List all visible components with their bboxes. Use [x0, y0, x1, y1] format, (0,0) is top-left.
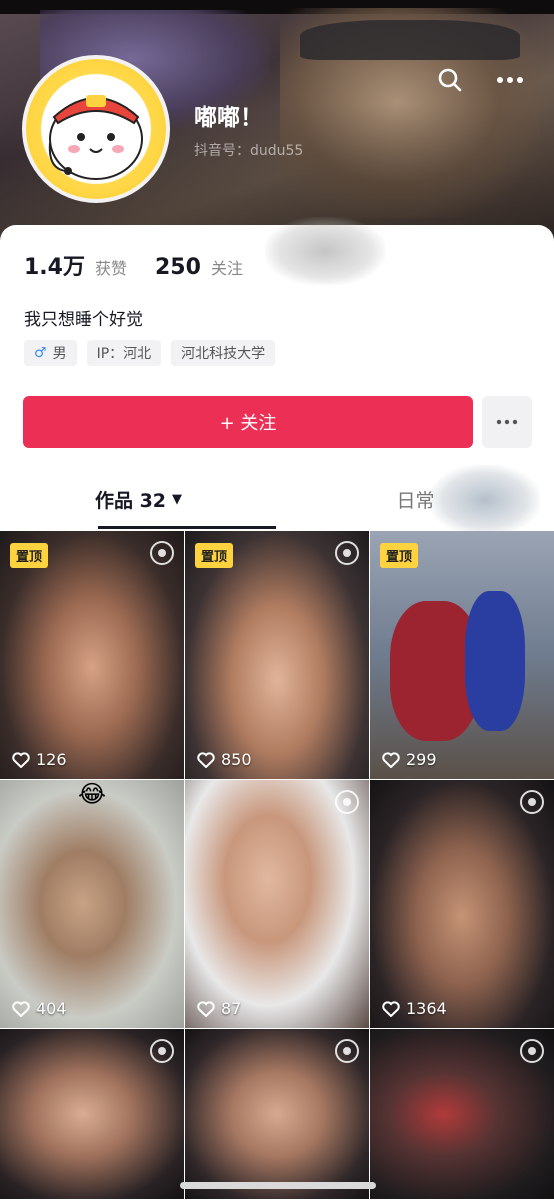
like-count-value: 126: [36, 750, 67, 769]
heart-icon: [12, 751, 30, 768]
follow-button[interactable]: + 关注: [23, 396, 473, 448]
gender-label: 男: [52, 346, 67, 362]
camera-icon: [335, 541, 359, 565]
like-count: 850: [197, 750, 252, 769]
profile-card: 1.4万 获赞 250 关注 我只想睡个好觉 ♂ 男 IP：河北 河北科技大学 …: [0, 217, 554, 1200]
follow-label: + 关注: [219, 413, 277, 434]
video-tile[interactable]: 置顶 850: [185, 531, 369, 779]
like-count-value: 299: [406, 750, 437, 769]
video-tile[interactable]: 87: [185, 780, 369, 1028]
tab-active-indicator: [98, 526, 276, 529]
video-tile[interactable]: 置顶 126: [0, 531, 184, 779]
heart-icon: [12, 1000, 30, 1017]
search-button[interactable]: [430, 60, 470, 100]
heart-icon: [197, 751, 215, 768]
likes-label: 获赞: [94, 259, 127, 278]
video-grid: 置顶 126 置顶 850 置顶 299 😂 404 87 1364: [0, 531, 554, 1199]
tab-works-label: 作品 32: [94, 489, 167, 512]
tab-daily-label: 日常: [396, 489, 435, 512]
video-tile[interactable]: 置顶 299: [370, 531, 554, 779]
search-icon: [438, 68, 462, 92]
camera-icon: [335, 1039, 359, 1063]
tab-works[interactable]: 作品 32 ▼: [0, 470, 277, 528]
profile-name: 嘟嘟！: [194, 105, 263, 131]
pinned-badge: 置顶: [195, 543, 234, 568]
avatar[interactable]: [22, 55, 170, 203]
video-tile[interactable]: [185, 1029, 369, 1199]
like-count-value: 87: [221, 999, 242, 1018]
camera-icon: [520, 790, 544, 814]
school-tag[interactable]: 河北科技大学: [171, 340, 276, 366]
video-tile[interactable]: 😂 404: [0, 780, 184, 1028]
home-indicator[interactable]: [180, 1182, 376, 1189]
likes-count[interactable]: 1.4万: [24, 249, 85, 281]
like-count: 126: [12, 750, 67, 769]
avatar-cat-image: [48, 95, 143, 180]
ip-tag: IP：河北: [86, 340, 162, 366]
pinned-badge: 置顶: [380, 543, 419, 568]
laughing-emoji-icon: 😂: [78, 780, 107, 808]
more-options-button[interactable]: [490, 60, 530, 100]
more-dots-icon: [496, 419, 518, 425]
content-tabs: 作品 32 ▼ 日常: [0, 465, 554, 535]
like-count-value: 850: [221, 750, 252, 769]
like-count: 1364: [382, 999, 447, 1018]
profile-header: 嘟嘟！ 抖音号：dudu55: [0, 0, 554, 260]
like-count: 404: [12, 999, 67, 1018]
pinned-badge: 置顶: [10, 543, 49, 568]
douyin-id[interactable]: 抖音号：dudu55: [194, 140, 303, 160]
camera-icon: [520, 1039, 544, 1063]
heart-icon: [197, 1000, 215, 1017]
camera-icon: [335, 790, 359, 814]
gender-tag: ♂ 男: [24, 340, 77, 366]
camera-icon: [150, 1039, 174, 1063]
redaction-scribble: [265, 217, 385, 285]
video-tile[interactable]: [370, 1029, 554, 1199]
like-count-value: 1364: [406, 999, 447, 1018]
caret-down-icon: ▼: [172, 491, 183, 507]
redaction-scribble: [430, 465, 540, 535]
male-icon: ♂: [34, 345, 47, 361]
like-count: 87: [197, 999, 241, 1018]
more-actions-button[interactable]: [482, 396, 532, 448]
video-tile[interactable]: 1364: [370, 780, 554, 1028]
video-tile[interactable]: [0, 1029, 184, 1199]
like-count: 299: [382, 750, 437, 769]
following-count[interactable]: 250: [155, 255, 201, 280]
like-count-value: 404: [36, 999, 67, 1018]
heart-icon: [382, 751, 400, 768]
heart-icon: [382, 1000, 400, 1017]
camera-icon: [150, 541, 174, 565]
following-label: 关注: [210, 259, 243, 278]
bio-text: 我只想睡个好觉: [24, 310, 143, 330]
more-dots-icon: [497, 77, 523, 83]
profile-stats: 1.4万 获赞 250 关注: [24, 249, 261, 281]
profile-tags: ♂ 男 IP：河北 河北科技大学: [24, 340, 276, 366]
